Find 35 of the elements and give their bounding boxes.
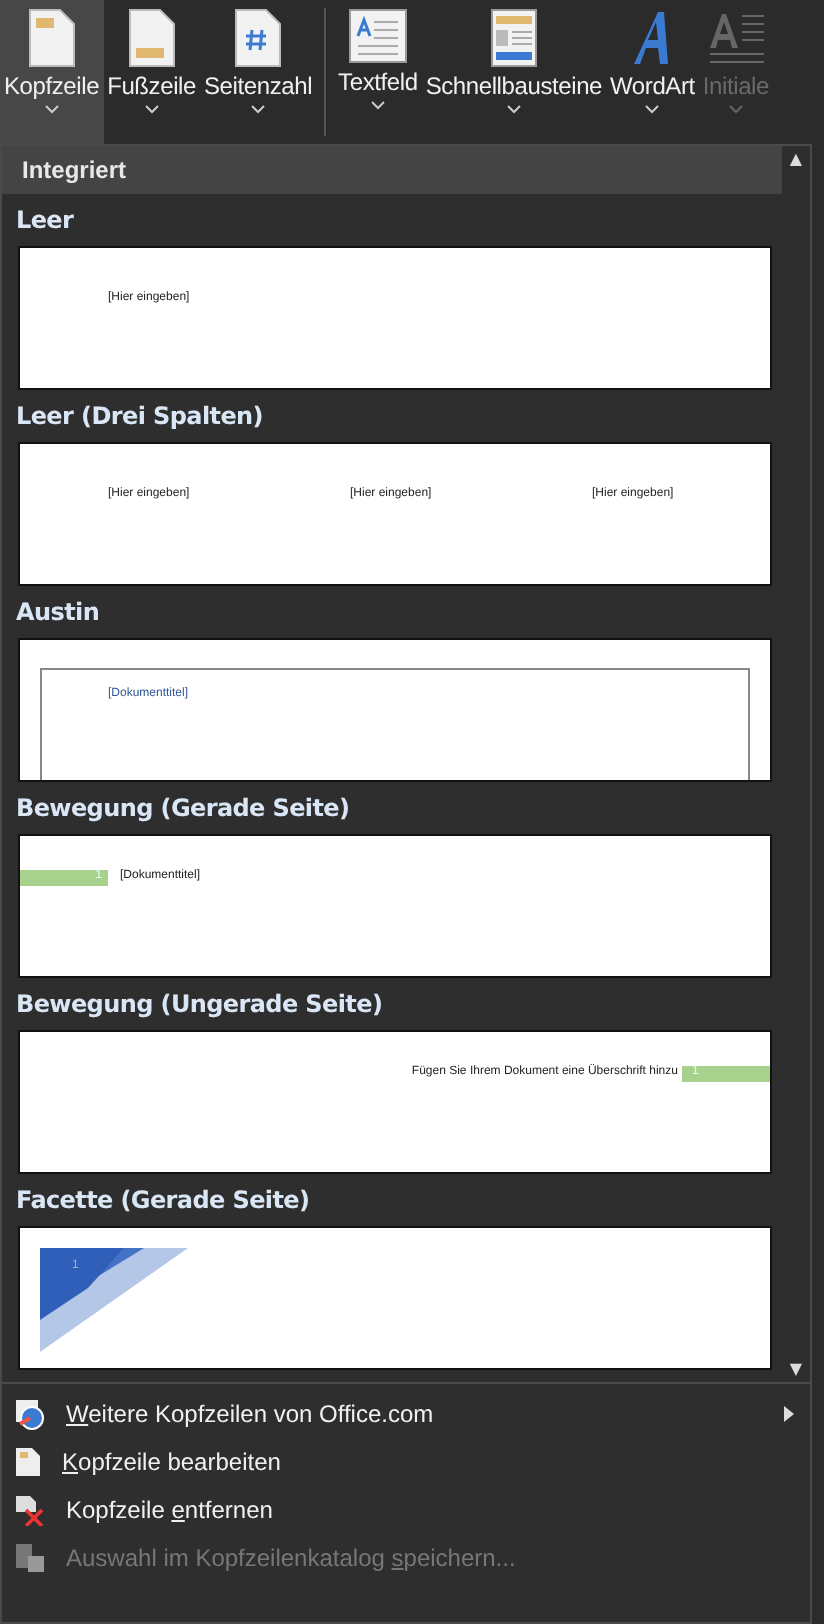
- menu-item[interactable]: Kopfzeile entfernen: [2, 1486, 810, 1534]
- caret-icon: [369, 100, 386, 110]
- footer-page-icon: [127, 8, 176, 68]
- gallery-item-title: Bewegung (Ungerade Seite): [14, 988, 385, 1022]
- ribbon-button[interactable]: Fußzeile: [103, 0, 200, 144]
- section-heading: Integriert: [2, 146, 782, 194]
- ribbon-button[interactable]: Textfeld: [334, 0, 422, 144]
- remove-page-icon: [14, 1494, 46, 1526]
- header-page-icon: [27, 8, 76, 68]
- caret-icon: [505, 104, 522, 114]
- caret-icon: [644, 104, 661, 114]
- caret-icon: [143, 104, 160, 114]
- scroll-up-button[interactable]: ▲: [789, 150, 803, 168]
- text-box-icon: [347, 8, 408, 64]
- gallery-item-title: Facette (Gerade Seite): [14, 1184, 312, 1218]
- ribbon-button[interactable]: Seitenzahl: [200, 0, 317, 144]
- gallery-item-title: Leer: [14, 204, 76, 238]
- drop-cap-icon: [705, 8, 766, 68]
- gallery-item-title: Austin: [14, 596, 102, 630]
- page-number-icon: [234, 8, 283, 68]
- globe-icon: [14, 1398, 46, 1430]
- layout-block-icon: [489, 8, 538, 68]
- caret-icon: [250, 104, 267, 114]
- ribbon-button[interactable]: Kopfzeile: [0, 0, 104, 144]
- caret-icon: [727, 104, 744, 114]
- scroll-down-button[interactable]: ▼: [789, 1360, 803, 1378]
- page-icon: [14, 1446, 42, 1478]
- menu-item[interactable]: Weitere Kopfzeilen von Office.com: [2, 1390, 810, 1438]
- save-selection-icon: [14, 1542, 46, 1574]
- menu-item[interactable]: Kopfzeile bearbeiten: [2, 1438, 810, 1486]
- caret-icon: [43, 104, 60, 114]
- ribbon-button[interactable]: WordArt: [606, 0, 699, 144]
- gallery-item-title: Leer (Drei Spalten): [14, 400, 265, 434]
- gallery-item-title: Bewegung (Gerade Seite): [14, 792, 352, 826]
- ribbon-button[interactable]: Schnellbausteine: [421, 0, 607, 144]
